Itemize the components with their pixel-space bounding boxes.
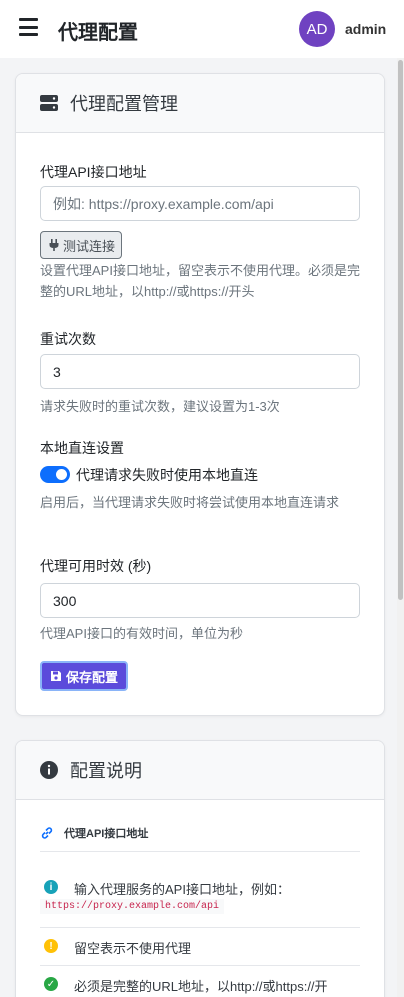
list-item-text: 留空表示不使用代理 bbox=[74, 941, 192, 956]
list-item: i 输入代理服务的API接口地址，例如： bbox=[44, 879, 290, 898]
proxy-config-card: 代理配置管理 代理API接口地址 测试连接 设置代理API接口地址，留空表示不使… bbox=[15, 73, 385, 716]
test-button-label: 测试连接 bbox=[63, 238, 116, 254]
info-section-label: 代理API接口地址 bbox=[64, 828, 149, 840]
warning-icon: ! bbox=[44, 939, 58, 953]
page-title: 代理配置 bbox=[58, 22, 138, 44]
retry-input[interactable] bbox=[40, 354, 360, 389]
username[interactable]: admin bbox=[345, 21, 386, 37]
list-item-text: 必须是完整的URL地址，以http://或https://开 bbox=[74, 979, 328, 994]
save-button-label: 保存配置 bbox=[66, 669, 119, 685]
info-circle-icon bbox=[40, 761, 58, 779]
check-icon: ✓ bbox=[44, 977, 58, 991]
save-config-button[interactable]: 保存配置 bbox=[40, 661, 129, 691]
divider bbox=[40, 851, 360, 852]
example-url-code: https://proxy.example.com/api bbox=[40, 899, 225, 914]
local-direct-help: 启用后，当代理请求失败时将尝试使用本地直连请求 bbox=[40, 495, 340, 510]
divider bbox=[40, 927, 360, 928]
list-item-text: 输入代理服务的API接口地址，例如： bbox=[74, 882, 290, 897]
card-title: 代理配置管理 bbox=[70, 94, 178, 114]
retry-help: 请求失败时的重试次数，建议设置为1-3次 bbox=[40, 399, 280, 414]
list-item: ✓ 必须是完整的URL地址，以http://或https://开 bbox=[44, 976, 328, 995]
local-direct-label: 本地直连设置 bbox=[40, 440, 124, 456]
server-icon bbox=[40, 95, 58, 111]
ttl-input[interactable] bbox=[40, 583, 360, 618]
top-bar: 代理配置 AD admin bbox=[0, 0, 404, 58]
avatar[interactable]: AD bbox=[299, 11, 335, 47]
divider bbox=[40, 965, 360, 966]
config-info-card: 配置说明 代理API接口地址 i 输入代理服务的API接口地址，例如： http… bbox=[15, 740, 385, 997]
ttl-help: 代理API接口的有效时间，单位为秒 bbox=[40, 626, 243, 641]
menu-icon[interactable] bbox=[19, 18, 38, 36]
api-url-input[interactable] bbox=[40, 186, 360, 221]
retry-label: 重试次数 bbox=[40, 331, 96, 347]
test-connection-button[interactable]: 测试连接 bbox=[40, 231, 123, 259]
save-icon bbox=[51, 671, 61, 681]
info-card-title: 配置说明 bbox=[70, 761, 142, 781]
info-icon: i bbox=[44, 880, 58, 894]
api-url-help: 设置代理API接口地址，留空表示不使用代理。必须是完整的URL地址，以http:… bbox=[40, 263, 360, 299]
local-direct-switch-label[interactable]: 代理请求失败时使用本地直连 bbox=[76, 465, 258, 485]
list-item: ! 留空表示不使用代理 bbox=[44, 938, 191, 957]
api-url-label: 代理API接口地址 bbox=[40, 164, 147, 180]
info-section-title: 代理API接口地址 bbox=[40, 825, 148, 841]
plug-icon bbox=[49, 239, 59, 251]
link-icon bbox=[41, 827, 53, 839]
ttl-label: 代理可用时效 (秒) bbox=[40, 558, 152, 574]
scrollbar-thumb[interactable] bbox=[398, 60, 403, 600]
local-direct-switch[interactable] bbox=[40, 466, 70, 483]
card-header: 代理配置管理 bbox=[16, 74, 384, 133]
info-card-header: 配置说明 bbox=[16, 741, 384, 800]
